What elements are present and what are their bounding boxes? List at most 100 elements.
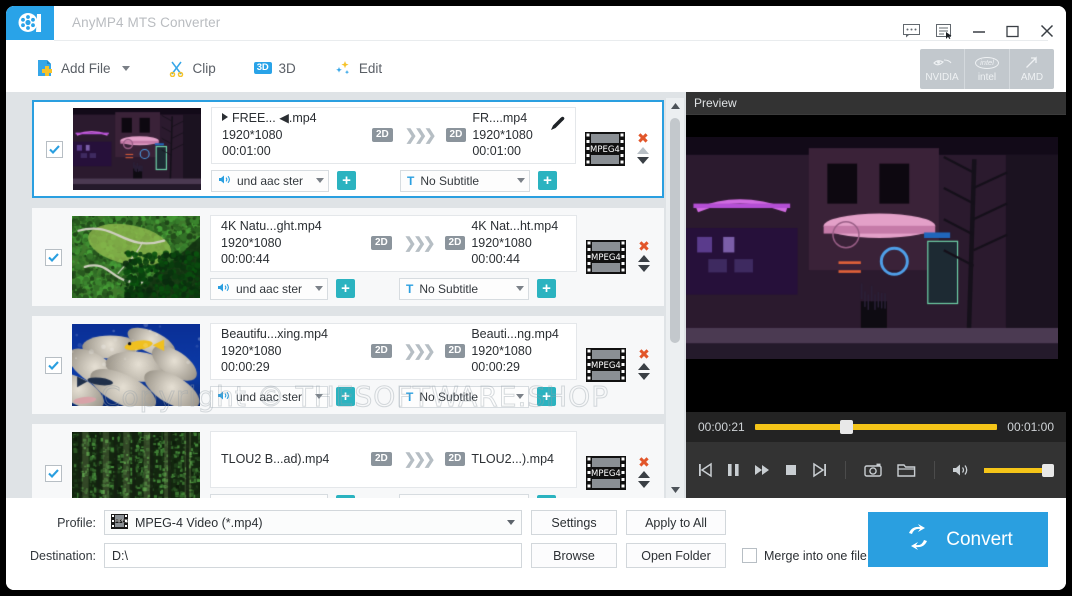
subtitle-t-icon: T [407,174,414,188]
move-up-button[interactable] [638,471,650,478]
preview-stage[interactable] [686,115,1066,412]
merge-label: Merge into one file [764,549,867,563]
file-row-checkbox[interactable] [45,357,62,374]
file-thumbnail[interactable] [72,216,200,298]
source-resolution: 1920*1080 [221,343,371,360]
file-row-checkbox[interactable] [46,141,63,158]
subtitle-select[interactable]: TNo Subtitle [399,386,529,408]
toolbar-clip[interactable]: Clip [168,59,216,77]
file-thumbnail[interactable] [72,432,200,498]
scroll-down-arrow[interactable] [670,482,681,498]
move-down-button[interactable] [638,481,650,488]
edit-pencil-icon[interactable] [550,116,565,136]
move-down-button[interactable] [637,157,649,164]
add-audio-track-button[interactable]: + [337,171,356,190]
add-subtitle-button[interactable]: + [537,387,556,406]
file-row-actions: ✖ [631,458,657,488]
subtitle-select[interactable]: TNo Subtitle [400,170,530,192]
close-button[interactable] [1038,22,1056,40]
main-toolbar: Add File Clip 3D 3D Edit NVIDIA [6,44,1066,92]
remove-file-button[interactable]: ✖ [638,350,650,360]
file-row-checkbox[interactable] [45,465,62,482]
browse-button[interactable]: Browse [531,543,617,568]
remove-file-button[interactable]: ✖ [637,134,649,144]
seek-track[interactable] [755,424,998,430]
thumbnail-image [73,108,201,190]
register-icon[interactable] [936,22,954,40]
file-track-row: und aac ster + TNo Subtitle + [210,386,577,408]
file-row-body: FREE... ◀.mp41920*108000:01:002D❯❯❯2DFR.… [201,107,576,192]
add-subtitle-button[interactable]: + [538,171,557,190]
volume-button[interactable] [952,462,970,478]
profile-select[interactable]: MPEG MPEG-4 Video (*.mp4) [104,510,522,535]
source-dimension-tag: 2D [371,236,392,250]
file-track-row: und aac ster + TNo Subtitle + [211,170,576,192]
minimize-button[interactable] [970,22,988,40]
file-row-body: TLOU2 B...ad).mp42D❯❯❯2DTLOU2...).mp4und… [200,431,577,499]
file-row-actions: ✖ [631,242,657,272]
snapshot-button[interactable] [864,462,883,478]
source-dimension-tag: 2D [371,452,392,466]
accelerator-intel[interactable]: intel intel [965,49,1010,89]
toolbar-3d[interactable]: 3D 3D [254,61,296,76]
source-filename: 4K Natu...ght.mp4 [221,218,371,235]
audio-track-select[interactable]: und aac ster [210,278,328,300]
scrollbar-track[interactable] [666,114,684,482]
apply-to-all-button[interactable]: Apply to All [626,510,726,535]
remove-file-button[interactable]: ✖ [638,242,650,252]
merge-checkbox-box[interactable] [742,548,757,563]
file-row[interactable]: FREE... ◀.mp41920*108000:01:002D❯❯❯2DFR.… [32,100,664,198]
file-row[interactable]: TLOU2 B...ad).mp42D❯❯❯2DTLOU2...).mp4und… [32,424,664,498]
move-up-button[interactable] [638,255,650,262]
file-thumbnail[interactable] [72,324,200,406]
accelerator-amd[interactable]: AMD [1010,49,1054,89]
subtitle-select[interactable]: TNo Subtitle [399,278,529,300]
open-folder-button[interactable]: Open Folder [626,543,726,568]
window-controls [902,22,1056,40]
move-up-button[interactable] [638,363,650,370]
add-audio-track-button[interactable]: + [336,387,355,406]
move-down-button[interactable] [638,265,650,272]
destination-input[interactable]: D:\ [104,543,522,568]
scroll-up-arrow[interactable] [670,98,681,114]
move-down-button[interactable] [638,373,650,380]
scrollbar-thumb[interactable] [670,118,680,343]
stop-button[interactable] [784,462,798,478]
preview-seek-bar: 00:00:21 00:01:00 [686,412,1066,442]
move-up-button[interactable] [637,147,649,154]
seek-handle[interactable] [840,420,853,434]
audio-track-select[interactable]: und aac ster [210,386,328,408]
toolbar-add-file[interactable]: Add File [36,59,130,77]
chevron-down-icon [507,520,515,525]
file-list-scrollbar[interactable] [666,98,684,498]
merge-into-one-file-checkbox[interactable]: Merge into one file [742,548,867,563]
next-button[interactable] [812,462,827,478]
pause-button[interactable] [727,462,740,478]
previous-button[interactable] [698,462,713,478]
app-logo-icon [6,6,54,40]
convert-button[interactable]: Convert [868,512,1048,567]
file-row[interactable]: 4K Natu...ght.mp41920*108000:00:442D❯❯❯2… [32,208,664,306]
volume-slider[interactable] [984,468,1054,473]
subtitle-value: No Subtitle [419,390,478,404]
audio-track-select[interactable]: und aac ster [211,170,329,192]
volume-handle[interactable] [1042,464,1054,477]
toolbar-add-file-label: Add File [61,61,111,76]
add-audio-track-button[interactable]: + [336,279,355,298]
intel-icon: intel [975,55,999,70]
target-filename: 4K Nat...ht.mp4 [471,218,621,235]
file-row-checkbox[interactable] [45,249,62,266]
add-subtitle-button[interactable]: + [537,279,556,298]
file-meta-box: TLOU2 B...ad).mp42D❯❯❯2DTLOU2...).mp4 [210,431,577,488]
settings-button[interactable]: Settings [531,510,617,535]
toolbar-edit[interactable]: Edit [334,59,382,77]
file-row[interactable]: Beautifu...xing.mp41920*108000:00:292D❯❯… [32,316,664,414]
open-folder-button[interactable] [897,462,916,478]
accelerator-intel-label: intel [978,72,996,83]
maximize-button[interactable] [1004,22,1022,40]
remove-file-button[interactable]: ✖ [638,458,650,468]
feedback-icon[interactable] [902,22,920,40]
fast-forward-button[interactable] [754,462,770,478]
file-thumbnail[interactable] [73,108,201,190]
accelerator-nvidia[interactable]: NVIDIA [920,49,965,89]
